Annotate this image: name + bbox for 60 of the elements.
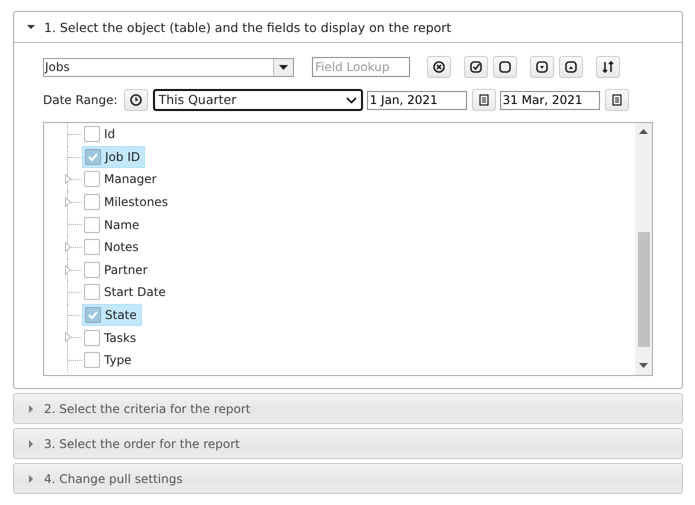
field-item[interactable]: Id — [82, 124, 120, 145]
field-item[interactable]: Tasks — [82, 327, 140, 348]
expand-arrow-icon[interactable] — [65, 264, 71, 275]
checkbox[interactable] — [84, 262, 100, 278]
scrollbar[interactable] — [635, 123, 652, 375]
section-title: 3. Select the order for the report — [44, 436, 240, 450]
start-date-input[interactable]: 1 Jan, 2021 — [366, 90, 467, 110]
section-header[interactable]: 1. Select the object (table) and the fields to display on the report — [14, 12, 682, 43]
end-date-input[interactable]: 31 Mar, 2021 — [500, 90, 600, 110]
sort-icon[interactable] — [596, 56, 620, 78]
calendar-icon[interactable] — [604, 89, 629, 111]
field-lookup-input[interactable]: Field Lookup — [312, 57, 410, 77]
field-item[interactable]: Job ID — [82, 146, 146, 168]
clear-icon[interactable] — [427, 56, 451, 78]
chevron-down-icon — [346, 96, 357, 104]
check-all-icon[interactable] — [464, 56, 488, 78]
date-range-label: Date Range: — [43, 93, 118, 107]
checkbox[interactable] — [84, 352, 100, 368]
checkmark-icon — [87, 150, 99, 163]
date-preset-dropdown[interactable]: This Quarter — [152, 89, 363, 111]
section-header[interactable]: 2. Select the criteria for the report — [14, 394, 682, 423]
field-item[interactable]: Start Date — [82, 282, 170, 303]
section-title: 1. Select the object (table) and the fields to display on the report — [44, 20, 452, 34]
object-dropdown[interactable]: Jobs — [43, 58, 294, 76]
calendar-icon[interactable] — [472, 89, 496, 111]
section-title: 2. Select the criteria for the report — [44, 402, 250, 416]
expand-arrow-icon[interactable] — [65, 174, 71, 184]
field-item[interactable]: Notes — [82, 236, 143, 258]
checkbox[interactable] — [84, 216, 100, 233]
field-item[interactable]: Name — [82, 214, 144, 236]
checkbox[interactable] — [85, 148, 101, 165]
checkbox[interactable] — [85, 307, 101, 324]
field-item[interactable]: Type — [82, 350, 136, 371]
checkbox[interactable] — [84, 284, 100, 300]
expand-icon[interactable] — [530, 56, 554, 78]
section-header[interactable]: 4. Change pull settings — [14, 464, 682, 493]
caret-right-icon — [27, 404, 35, 412]
section-title: 4. Change pull settings — [44, 472, 183, 486]
clock-icon[interactable] — [124, 89, 148, 111]
expand-arrow-icon[interactable] — [65, 196, 71, 207]
checkbox[interactable] — [84, 126, 100, 142]
collapse-icon[interactable] — [559, 56, 583, 78]
scroll-up-icon[interactable] — [639, 129, 648, 134]
field-item[interactable]: Partner — [82, 259, 152, 280]
caret-right-icon — [27, 440, 35, 448]
expand-arrow-icon[interactable] — [65, 242, 71, 252]
caret-down-icon — [27, 23, 35, 31]
uncheck-all-icon[interactable] — [493, 56, 517, 78]
field-item[interactable]: State — [82, 304, 142, 326]
checkmark-icon — [87, 309, 99, 322]
field-item[interactable]: Manager — [82, 168, 161, 190]
checkbox[interactable] — [84, 194, 100, 210]
expand-arrow-icon[interactable] — [65, 332, 71, 342]
checkbox[interactable] — [84, 330, 100, 346]
section-header[interactable]: 3. Select the order for the report — [14, 429, 682, 458]
field-item[interactable]: Milestones — [82, 192, 172, 213]
scroll-down-icon[interactable] — [639, 363, 648, 368]
caret-right-icon — [27, 474, 35, 482]
checkbox[interactable] — [84, 239, 100, 256]
checkbox[interactable] — [84, 171, 100, 188]
